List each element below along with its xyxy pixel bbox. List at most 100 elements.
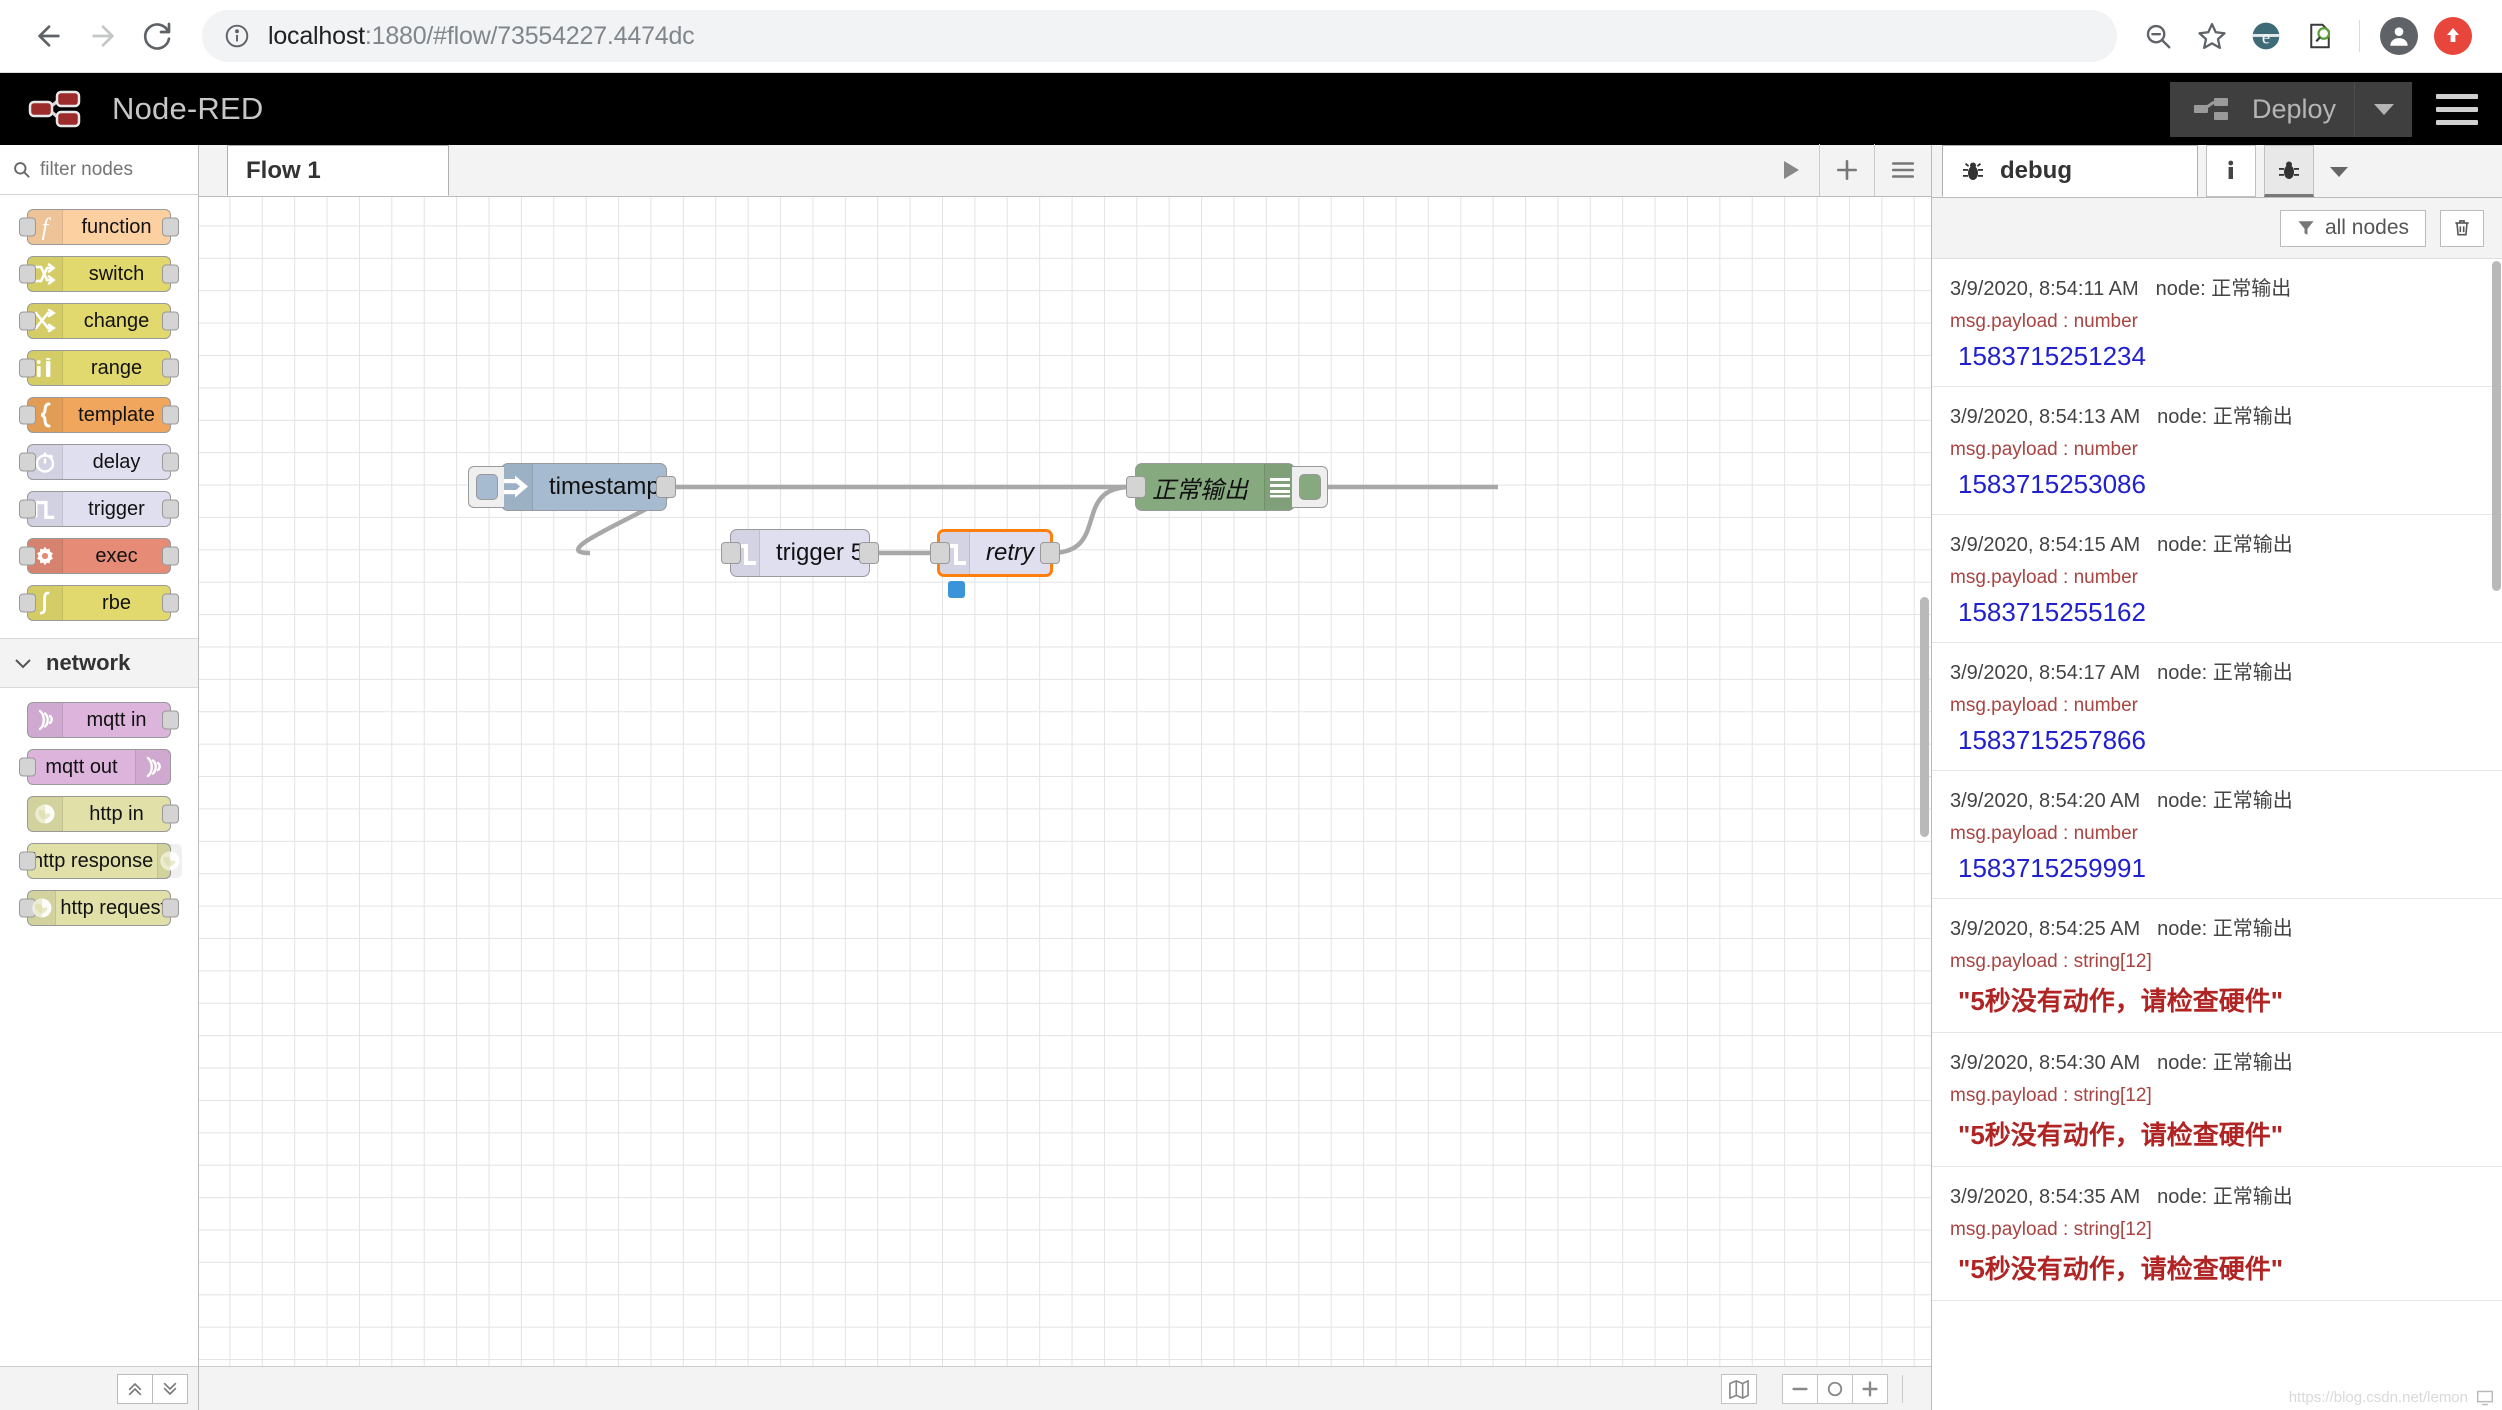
- node-input-port[interactable]: [19, 593, 36, 613]
- back-button[interactable]: [22, 9, 76, 63]
- debug-value[interactable]: "5秒没有动作，请检查硬件": [1950, 981, 2484, 1018]
- node-input-port[interactable]: [19, 499, 36, 519]
- debug-message[interactable]: 3/9/2020, 8:54:13 AM node: 正常输出 msg.payloa…: [1932, 387, 2502, 515]
- debug-value[interactable]: "5秒没有动作，请检查硬件": [1950, 1249, 2484, 1286]
- filter-all-nodes-button[interactable]: all nodes: [2279, 209, 2426, 247]
- palette-node-function[interactable]: f function: [19, 209, 179, 245]
- deploy-dropdown-caret-icon[interactable]: [2354, 81, 2412, 137]
- inject-trigger-button[interactable]: [468, 466, 504, 508]
- debug-message[interactable]: 3/9/2020, 8:54:25 AM node: 正常输出 msg.payloa…: [1932, 899, 2502, 1033]
- zoom-out-button[interactable]: [1782, 1373, 1818, 1404]
- flow-node-trigger-5s[interactable]: trigger 5s: [721, 529, 879, 577]
- address-bar[interactable]: localhost:1880/#flow/73554227.4474dc: [202, 10, 2117, 62]
- star-icon[interactable]: [2185, 9, 2239, 63]
- deploy-button[interactable]: Deploy: [2169, 81, 2412, 137]
- hamburger-menu-icon[interactable]: [2412, 73, 2502, 145]
- node-input-port[interactable]: [19, 851, 36, 871]
- navigator-map-icon[interactable]: [1721, 1373, 1757, 1404]
- add-flow-button[interactable]: [1819, 144, 1875, 196]
- node-input-port[interactable]: [19, 217, 36, 237]
- node-output-port[interactable]: [162, 452, 179, 472]
- node-output-port[interactable]: [162, 710, 179, 730]
- node-input-port[interactable]: [19, 405, 36, 425]
- debug-enable-button[interactable]: [1292, 466, 1328, 508]
- palette-node-rbe[interactable]: rbe: [19, 585, 179, 621]
- sidebar-menu-caret-icon[interactable]: [2314, 145, 2364, 197]
- node-input-port[interactable]: [19, 452, 36, 472]
- palette-category-network[interactable]: network: [0, 638, 198, 688]
- node-output-port[interactable]: [162, 358, 179, 378]
- node-input-port[interactable]: [19, 358, 36, 378]
- debug-message-list[interactable]: 3/9/2020, 8:54:11 AM node: 正常输出 msg.payloa…: [1932, 258, 2502, 1374]
- forward-button[interactable]: [76, 9, 130, 63]
- node-output-port[interactable]: [162, 804, 179, 824]
- node-output-port[interactable]: [162, 593, 179, 613]
- flow-node-timestamp[interactable]: timestamp: [468, 463, 676, 511]
- node-input-port[interactable]: [19, 311, 36, 331]
- palette-node-exec[interactable]: exec: [19, 538, 179, 574]
- node-output-port[interactable]: [162, 546, 179, 566]
- node-output-port[interactable]: [162, 898, 179, 918]
- tab-flow-1[interactable]: Flow 1: [227, 145, 449, 196]
- palette-node-range[interactable]: range: [19, 350, 179, 386]
- palette-scroll-region[interactable]: f function switch change range template delay t…: [0, 195, 198, 1366]
- debug-message[interactable]: 3/9/2020, 8:54:17 AM node: 正常输出 msg.payloa…: [1932, 643, 2502, 771]
- canvas-scrollbar[interactable]: [1920, 597, 1929, 837]
- flow-canvas[interactable]: timestamp trigger 5s retry 正常输出: [199, 197, 1931, 1366]
- debug-message[interactable]: 3/9/2020, 8:54:20 AM node: 正常输出 msg.payloa…: [1932, 771, 2502, 899]
- clear-debug-button[interactable]: [2440, 209, 2484, 247]
- list-flows-icon[interactable]: [1875, 144, 1931, 196]
- palette-node-http-request[interactable]: http request: [19, 890, 179, 926]
- node-output-port[interactable]: [162, 499, 179, 519]
- node-input-port[interactable]: [1126, 476, 1146, 498]
- account-avatar-icon[interactable]: [2372, 9, 2426, 63]
- tab-debug[interactable]: debug: [1942, 145, 2198, 197]
- update-arrow-icon[interactable]: [2426, 9, 2480, 63]
- node-output-port[interactable]: [162, 217, 179, 237]
- play-icon[interactable]: [1763, 144, 1819, 196]
- node-input-port[interactable]: [19, 757, 36, 777]
- zoom-out-icon[interactable]: [2131, 9, 2185, 63]
- debug-value[interactable]: 1583715255162: [1950, 597, 2484, 628]
- debug-value[interactable]: 1583715257866: [1950, 725, 2484, 756]
- palette-node-trigger[interactable]: trigger: [19, 491, 179, 527]
- node-output-port[interactable]: [1040, 542, 1060, 564]
- node-input-port[interactable]: [19, 546, 36, 566]
- debug-tab-button[interactable]: [2264, 145, 2314, 197]
- node-output-port[interactable]: [162, 405, 179, 425]
- node-input-port[interactable]: [930, 542, 950, 564]
- palette-node-switch[interactable]: switch: [19, 256, 179, 292]
- zoom-in-button[interactable]: [1852, 1373, 1888, 1404]
- extension-e-icon[interactable]: e: [2239, 9, 2293, 63]
- debug-value[interactable]: 1583715259991: [1950, 853, 2484, 884]
- node-output-port[interactable]: [162, 264, 179, 284]
- debug-message[interactable]: 3/9/2020, 8:54:30 AM node: 正常输出 msg.payloa…: [1932, 1033, 2502, 1167]
- node-input-port[interactable]: [721, 542, 741, 564]
- debug-scrollbar[interactable]: [2492, 261, 2501, 591]
- zoom-reset-button[interactable]: [1817, 1373, 1853, 1404]
- debug-message[interactable]: 3/9/2020, 8:54:15 AM node: 正常输出 msg.payloa…: [1932, 515, 2502, 643]
- node-output-port[interactable]: [656, 476, 676, 498]
- debug-value[interactable]: 1583715253086: [1950, 469, 2484, 500]
- palette-node-http-in[interactable]: http in: [27, 796, 179, 832]
- flow-node-retry[interactable]: retry: [930, 529, 1060, 598]
- palette-node-http-response[interactable]: http response: [19, 843, 183, 879]
- chevrons-up-icon[interactable]: [117, 1373, 153, 1404]
- palette-node-change[interactable]: change: [19, 303, 179, 339]
- info-i-icon[interactable]: [2206, 145, 2256, 197]
- reload-button[interactable]: [130, 9, 184, 63]
- palette-node-mqtt-in[interactable]: mqtt in: [27, 702, 179, 738]
- debug-message[interactable]: 3/9/2020, 8:54:11 AM node: 正常输出 msg.payloa…: [1932, 259, 2502, 387]
- search-input[interactable]: [40, 158, 190, 181]
- node-output-port[interactable]: [162, 311, 179, 331]
- debug-value[interactable]: 1583715251234: [1950, 341, 2484, 372]
- flow-node-debug-output[interactable]: 正常输出: [1126, 463, 1328, 511]
- node-input-port[interactable]: [19, 264, 36, 284]
- palette-node-mqtt-out[interactable]: mqtt out: [19, 749, 171, 785]
- palette-node-delay[interactable]: delay: [19, 444, 179, 480]
- node-output-port[interactable]: [859, 542, 879, 564]
- debug-message[interactable]: 3/9/2020, 8:54:35 AM node: 正常输出 msg.payloa…: [1932, 1167, 2502, 1301]
- debug-value[interactable]: "5秒没有动作，请检查硬件": [1950, 1115, 2484, 1152]
- palette-node-template[interactable]: template: [19, 397, 179, 433]
- chevrons-down-icon[interactable]: [152, 1373, 188, 1404]
